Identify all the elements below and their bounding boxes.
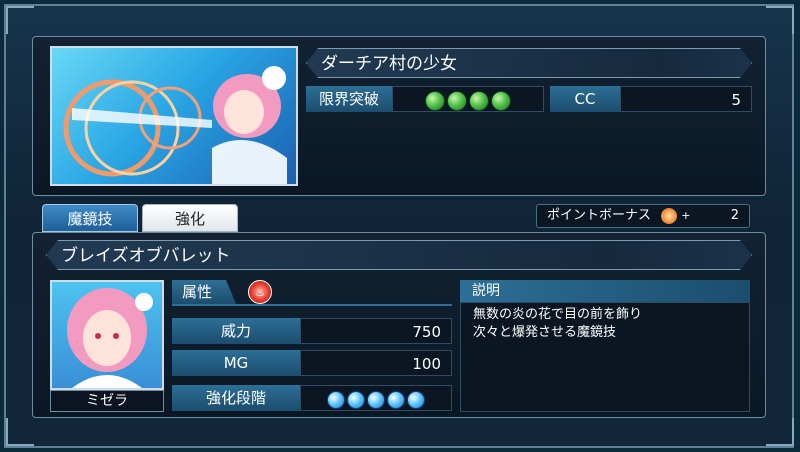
- card-title-text: ダーチア村の少女: [321, 54, 457, 74]
- fire-icon: ♨: [248, 280, 272, 304]
- enhance-level-orbs: [300, 385, 452, 411]
- card-title: ダーチア村の少女: [306, 48, 752, 78]
- enhance-orb-icon: [367, 390, 385, 409]
- point-bonus-label: ポイントボーナス: [547, 208, 652, 223]
- limit-break-gems: [392, 86, 544, 112]
- bonus-item-icon: [661, 207, 678, 224]
- description-body: 無数の炎の花で目の前を飾り 次々と爆発させる魔鏡技: [460, 302, 750, 412]
- attribute-row: 属性 ♨: [172, 280, 452, 306]
- tab-enhance[interactable]: 強化: [142, 204, 238, 232]
- point-bonus-plus: +: [681, 209, 691, 222]
- limit-break-gem-icon: [491, 90, 511, 111]
- tab-skill[interactable]: 魔鏡技: [42, 204, 138, 232]
- frame-corner-ornament: [766, 6, 794, 34]
- card-artwork[interactable]: [50, 46, 298, 186]
- power-value: 750: [300, 318, 452, 344]
- enhance-level-label: 強化段階: [172, 385, 300, 411]
- cc-label: CC: [550, 86, 620, 112]
- skill-title: ブレイズオブバレット: [46, 240, 752, 270]
- skill-name: ブレイズオブバレット: [61, 246, 231, 266]
- card-art-illustration: [63, 66, 287, 184]
- point-bonus: ポイントボーナス + 2: [536, 204, 750, 228]
- power-label: 威力: [172, 318, 300, 344]
- portrait-illustration: [67, 288, 153, 388]
- enhance-orb-icon: [327, 390, 345, 409]
- limit-break-gem-icon: [447, 90, 467, 111]
- enhance-orb-icon: [347, 390, 365, 409]
- limit-break-gem-icon: [469, 90, 489, 111]
- frame-corner-ornament: [766, 418, 794, 446]
- mg-value: 100: [300, 350, 452, 376]
- enhance-orb-icon: [407, 390, 425, 409]
- frame-corner-ornament: [6, 6, 34, 34]
- description-line: 次々と爆発させる魔鏡技: [473, 325, 617, 340]
- cc-value: 5: [620, 86, 752, 112]
- attribute-label: 属性: [172, 280, 236, 304]
- character-portrait[interactable]: [50, 280, 164, 390]
- description-header: 説明: [460, 280, 750, 302]
- character-name: ミゼラ: [50, 390, 164, 412]
- limit-break-gem-icon: [425, 90, 445, 111]
- mg-label: MG: [172, 350, 300, 376]
- enhance-orb-icon: [387, 390, 405, 409]
- frame-corner-ornament: [6, 418, 34, 446]
- limit-break-label: 限界突破: [306, 86, 392, 112]
- description-line: 無数の炎の花で目の前を飾り: [473, 307, 643, 322]
- point-bonus-value: 2: [730, 208, 739, 223]
